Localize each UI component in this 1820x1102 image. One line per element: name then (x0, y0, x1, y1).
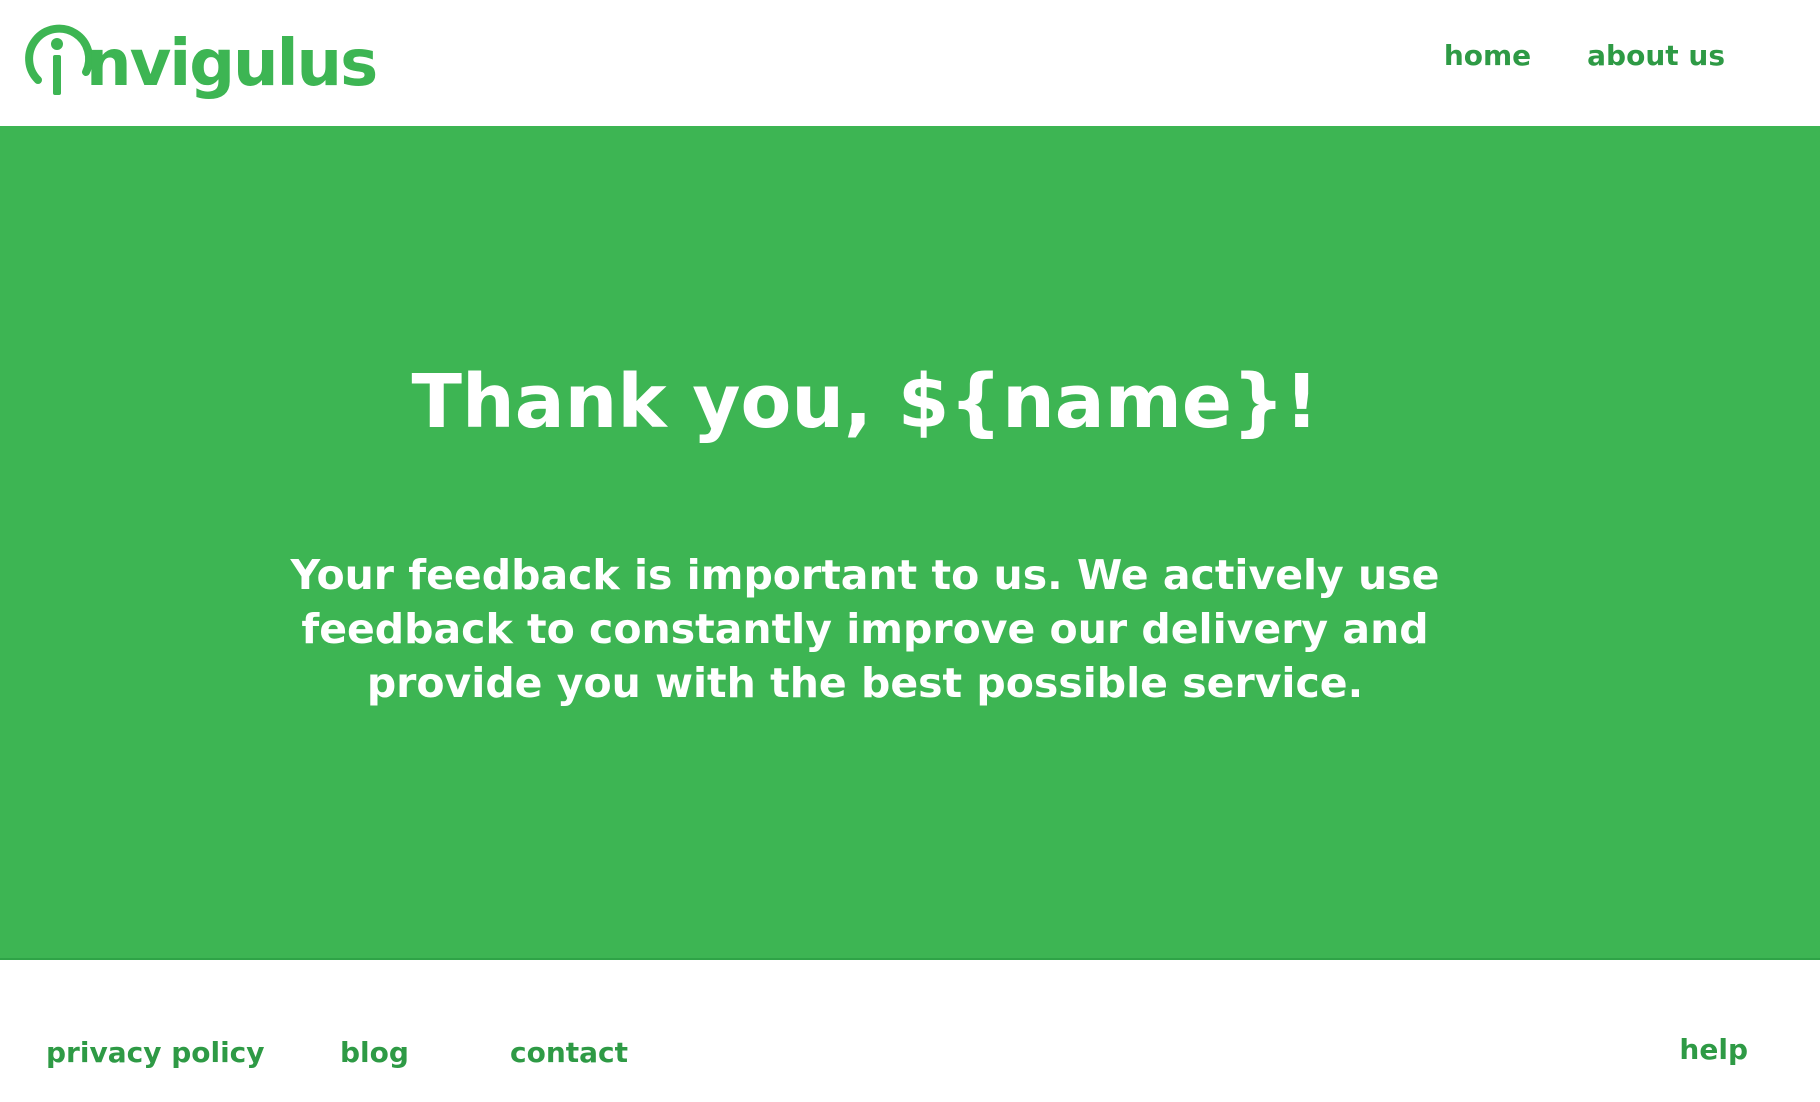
feedback-message-line: provide you with the best possible servi… (366, 659, 1364, 707)
site-header: nvigulus home about us (0, 0, 1820, 126)
feedback-message-line: Your feedback is important to us. We act… (290, 551, 1440, 599)
footer-privacy-policy-link[interactable]: privacy policy (46, 1033, 265, 1073)
main-nav: home about us (1444, 36, 1725, 76)
logo-wordmark: nvigulus (86, 27, 378, 101)
nav-about-us-link[interactable]: about us (1587, 36, 1725, 76)
feedback-message: Your feedback is important to us. We act… (0, 548, 1820, 710)
feedback-message-line: feedback to constantly improve our deliv… (301, 605, 1429, 653)
thank-you-heading: Thank you, ${name}! (411, 359, 1319, 445)
footer-contact-link[interactable]: contact (510, 1033, 628, 1073)
page: nvigulus home about us Thank you, ${name… (0, 0, 1820, 1102)
footer-blog-link[interactable]: blog (340, 1033, 409, 1073)
nav-home-link[interactable]: home (1444, 36, 1531, 76)
thank-you-panel: Thank you, ${name}! Your feedback is imp… (0, 126, 1820, 960)
footer-help-link[interactable]: help (1679, 1030, 1748, 1070)
site-footer: privacy policy blog contact help (0, 960, 1820, 1102)
invigulus-logo[interactable]: nvigulus (24, 22, 378, 112)
